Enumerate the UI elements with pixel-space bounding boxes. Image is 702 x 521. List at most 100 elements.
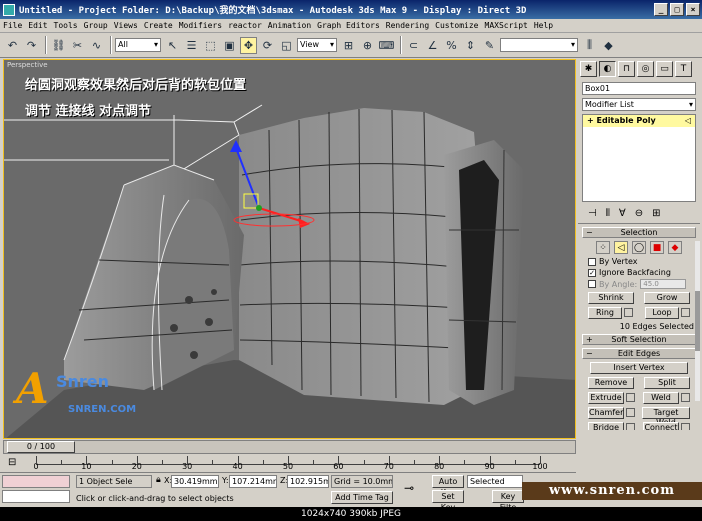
weld-button[interactable]: Weld bbox=[643, 392, 679, 404]
time-slider-track[interactable]: 0 / 100 bbox=[3, 440, 576, 454]
key-filters-button[interactable]: Key Filte bbox=[492, 490, 524, 512]
selection-rollout-header[interactable]: − Selection bbox=[582, 227, 696, 238]
menu-maxscript[interactable]: MAXScript bbox=[485, 21, 528, 30]
vertex-level-icon[interactable]: ⁘ bbox=[596, 241, 610, 254]
menu-views[interactable]: Views bbox=[114, 21, 138, 30]
by-angle-checkbox[interactable]: By Angle: 45.0 bbox=[588, 279, 690, 289]
extrude-settings-icon[interactable] bbox=[626, 393, 635, 402]
expand-icon[interactable]: + bbox=[587, 116, 597, 125]
configure-sets-icon[interactable]: ⊞ bbox=[652, 208, 660, 219]
chamfer-settings-icon[interactable] bbox=[626, 408, 635, 417]
grow-button[interactable]: Grow bbox=[644, 292, 690, 304]
window-crossing-icon[interactable]: ▣ bbox=[221, 37, 238, 54]
frame-ruler[interactable]: 0 10 20 30 40 50 60 70 80 90 100 bbox=[33, 456, 548, 471]
modifier-list-dropdown[interactable]: Modifier List bbox=[582, 98, 696, 111]
insert-vertex-button[interactable]: Insert Vertex bbox=[590, 362, 688, 374]
pin-stack-icon[interactable]: ⊣ bbox=[588, 208, 597, 219]
menu-tools[interactable]: Tools bbox=[54, 21, 78, 30]
menu-rendering[interactable]: Rendering bbox=[386, 21, 429, 30]
edit-edges-rollout-header[interactable]: − Edit Edges bbox=[582, 348, 696, 359]
extrude-button[interactable]: Extrude bbox=[588, 392, 624, 404]
align-icon[interactable]: ◆ bbox=[600, 37, 617, 54]
key-icon[interactable]: ⊸ bbox=[404, 481, 414, 495]
angle-spinner[interactable]: 45.0 bbox=[640, 279, 687, 289]
selection-filter-dropdown[interactable]: All bbox=[115, 38, 161, 52]
bridge-settings-icon[interactable] bbox=[626, 423, 635, 430]
close-button[interactable]: × bbox=[686, 3, 700, 16]
object-name-field[interactable]: Box01 bbox=[582, 82, 696, 95]
ring-button[interactable]: Ring bbox=[588, 307, 622, 319]
select-object-icon[interactable]: ↖ bbox=[164, 37, 181, 54]
remove-button[interactable]: Remove bbox=[588, 377, 634, 389]
select-by-name-icon[interactable]: ☰ bbox=[183, 37, 200, 54]
rect-selection-icon[interactable]: ⬚ bbox=[202, 37, 219, 54]
track-bar[interactable]: ⊟ 0 10 20 30 40 50 60 70 80 90 100 bbox=[0, 454, 576, 473]
hierarchy-tab-icon[interactable]: ⊓ bbox=[618, 61, 635, 77]
lock-selection-icon[interactable]: 🔒︎ bbox=[156, 475, 161, 485]
set-key-button[interactable]: Set Key bbox=[432, 490, 464, 512]
make-unique-icon[interactable]: ∀ bbox=[619, 208, 626, 219]
pivot-center-icon[interactable]: ⊞ bbox=[340, 37, 357, 54]
create-tab-icon[interactable]: ✱ bbox=[580, 61, 597, 77]
auto-key-button[interactable]: Auto Key bbox=[432, 475, 464, 497]
percent-snap-icon[interactable]: % bbox=[443, 37, 460, 54]
loop-spinner-icon[interactable] bbox=[681, 308, 690, 317]
weld-settings-icon[interactable] bbox=[681, 393, 690, 402]
menu-file[interactable]: File bbox=[3, 21, 22, 30]
undo-icon[interactable]: ↶ bbox=[4, 37, 21, 54]
select-link-icon[interactable]: ⛓ bbox=[50, 37, 67, 54]
target-weld-button[interactable]: Target Weld bbox=[642, 407, 690, 427]
border-level-icon[interactable]: ◯ bbox=[632, 241, 646, 254]
track-bar-toggle-icon[interactable]: ⊟ bbox=[8, 457, 16, 468]
named-selection-icon[interactable]: ✎ bbox=[481, 37, 498, 54]
mirror-icon[interactable]: ⫼ bbox=[581, 37, 598, 54]
menu-reactor[interactable]: reactor bbox=[228, 21, 262, 30]
select-scale-icon[interactable]: ◱ bbox=[278, 37, 295, 54]
edge-level-icon[interactable]: ◁ bbox=[614, 241, 628, 254]
soft-selection-rollout-header[interactable]: + Soft Selection bbox=[582, 334, 696, 345]
menu-create[interactable]: Create bbox=[144, 21, 173, 30]
split-button[interactable]: Split bbox=[644, 377, 690, 389]
select-manipulate-icon[interactable]: ⊕ bbox=[359, 37, 376, 54]
spinner-snap-icon[interactable]: ⇕ bbox=[462, 37, 479, 54]
bridge-button[interactable]: Bridge bbox=[588, 422, 624, 430]
command-panel-scrollbar[interactable] bbox=[695, 241, 700, 401]
loop-button[interactable]: Loop bbox=[645, 307, 679, 319]
utilities-tab-icon[interactable]: T bbox=[675, 61, 692, 77]
ignore-backfacing-checkbox[interactable]: ✓ Ignore Backfacing bbox=[588, 268, 690, 277]
motion-tab-icon[interactable]: ◎ bbox=[637, 61, 654, 77]
menu-animation[interactable]: Animation bbox=[268, 21, 311, 30]
reference-coord-dropdown[interactable]: View bbox=[297, 38, 337, 52]
angle-snap-icon[interactable]: ∠ bbox=[424, 37, 441, 54]
remove-modifier-icon[interactable]: ⊖ bbox=[635, 208, 643, 219]
keyboard-shortcut-icon[interactable]: ⌨ bbox=[378, 37, 395, 54]
viewport-label[interactable]: Perspective bbox=[7, 61, 48, 69]
z-coordinate-field[interactable]: 102.915mm bbox=[287, 475, 329, 488]
maxscript-listener-bottom[interactable] bbox=[2, 490, 70, 503]
menu-edit[interactable]: Edit bbox=[28, 21, 47, 30]
y-coordinate-field[interactable]: 107.214mm bbox=[229, 475, 277, 488]
connect-button[interactable]: Connect bbox=[643, 422, 679, 430]
menu-group[interactable]: Group bbox=[84, 21, 108, 30]
element-level-icon[interactable]: ◆ bbox=[668, 241, 682, 254]
select-rotate-icon[interactable]: ⟳ bbox=[259, 37, 276, 54]
scrollbar-thumb[interactable] bbox=[695, 291, 700, 351]
add-time-tag-button[interactable]: Add Time Tag bbox=[331, 491, 393, 504]
maximize-button[interactable]: □ bbox=[670, 3, 684, 16]
polygon-level-icon[interactable]: ■ bbox=[650, 241, 664, 254]
ring-spinner-icon[interactable] bbox=[624, 308, 633, 317]
stack-item-editable-poly[interactable]: + Editable Poly ◁ bbox=[583, 115, 695, 127]
shrink-button[interactable]: Shrink bbox=[588, 292, 634, 304]
by-vertex-checkbox[interactable]: By Vertex bbox=[588, 257, 690, 266]
redo-icon[interactable]: ↷ bbox=[23, 37, 40, 54]
minimize-button[interactable]: _ bbox=[654, 3, 668, 16]
menu-customize[interactable]: Customize bbox=[435, 21, 478, 30]
time-slider[interactable]: 0 / 100 bbox=[7, 441, 75, 453]
light-bulb-icon[interactable]: ◁ bbox=[685, 115, 691, 127]
key-mode-dropdown[interactable]: Selected bbox=[467, 475, 523, 488]
modify-tab-icon[interactable]: ◐ bbox=[599, 61, 616, 77]
snap-toggle-icon[interactable]: ⊂ bbox=[405, 37, 422, 54]
perspective-viewport[interactable]: Perspective 给圆洞观察效果然后对后背的软包位置 调节 连接线 对点调… bbox=[3, 59, 576, 439]
named-selection-sets-dropdown[interactable] bbox=[500, 38, 578, 52]
show-end-result-icon[interactable]: ⫴ bbox=[606, 208, 610, 219]
